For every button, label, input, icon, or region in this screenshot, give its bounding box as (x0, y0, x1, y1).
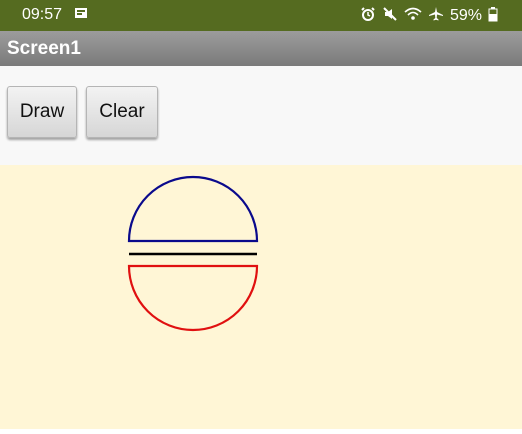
draw-button[interactable]: Draw (7, 86, 77, 138)
status-time: 09:57 (22, 6, 63, 23)
battery-icon (488, 6, 498, 26)
drawing-canvas[interactable] (0, 165, 522, 429)
mute-icon (382, 6, 398, 26)
lower-semicircle (127, 264, 259, 332)
screenshot-icon (74, 6, 88, 24)
status-bar-right: 59% (360, 6, 498, 26)
app-title-bar: Screen1 (0, 31, 522, 66)
status-bar: 09:57 59% (0, 0, 522, 31)
button-toolbar: Draw Clear (0, 66, 522, 165)
battery-percent: 59% (449, 7, 482, 24)
alarm-icon (360, 6, 376, 26)
status-bar-left: 09:57 (22, 6, 88, 24)
canvas-drawing (127, 175, 259, 332)
screen-title: Screen1 (7, 38, 81, 59)
airplane-mode-icon (428, 6, 444, 26)
wifi-icon (404, 6, 422, 26)
clear-button[interactable]: Clear (86, 86, 158, 138)
upper-semicircle (127, 175, 259, 243)
